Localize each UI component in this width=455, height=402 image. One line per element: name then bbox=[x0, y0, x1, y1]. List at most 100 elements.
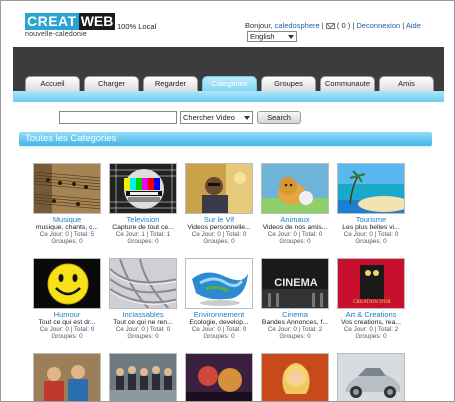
category-stats: Ce Jour: 0 | Total: 0 bbox=[191, 231, 247, 238]
category-card-environnement[interactable]: Environnement Ecologie, develop... Ce Jo… bbox=[181, 258, 257, 340]
category-thumbnail[interactable] bbox=[109, 258, 177, 309]
chevron-down-icon bbox=[288, 35, 294, 39]
category-stats: Ce Jour: 0 | Total: 0 bbox=[267, 231, 323, 238]
category-groups: Groupes: 0 bbox=[51, 333, 83, 340]
help-link[interactable]: Aide bbox=[406, 21, 421, 30]
category-thumbnail[interactable] bbox=[33, 258, 101, 309]
category-title[interactable]: Art & Creations bbox=[333, 310, 409, 319]
category-stats: Ce Jour: 1 | Total: 1 bbox=[115, 231, 171, 238]
category-card-musique[interactable]: Musique musique, chants, c... Ce Jour: 0… bbox=[29, 163, 105, 245]
category-thumbnail[interactable] bbox=[261, 353, 329, 401]
category-card-row3-5[interactable] bbox=[333, 353, 409, 401]
category-groups: Groupes: 0 bbox=[51, 238, 83, 245]
category-card-art-creations[interactable]: CREATION D'OR Art & Creations Vos creati… bbox=[333, 258, 409, 340]
category-thumbnail[interactable] bbox=[185, 258, 253, 309]
logo-subtitle: nouvelle-caledonie bbox=[25, 31, 87, 38]
category-groups: Groupes: 0 bbox=[203, 333, 235, 340]
logout-link[interactable]: Deconnexion bbox=[356, 21, 400, 30]
category-description: Tout ce qui ne ren... bbox=[113, 319, 173, 326]
search-button[interactable]: Search bbox=[257, 111, 301, 124]
category-description: Videos de nos amis... bbox=[262, 224, 328, 231]
tab-accueil[interactable]: Accueil bbox=[25, 76, 80, 91]
chevron-down-icon bbox=[244, 116, 250, 120]
category-title[interactable]: Tourisme bbox=[333, 215, 409, 224]
category-card-television[interactable]: Television Capture de tout ce... Ce Jour… bbox=[105, 163, 181, 245]
category-description: Vos creations, rea... bbox=[340, 319, 402, 326]
category-stats: Ce Jour: 0 | Total: 0 bbox=[39, 326, 95, 333]
category-groups: Groupes: 0 bbox=[355, 238, 387, 245]
category-thumbnail[interactable] bbox=[33, 353, 101, 401]
svg-text:CREATION D'OR: CREATION D'OR bbox=[353, 300, 391, 305]
category-thumbnail[interactable] bbox=[261, 163, 329, 214]
category-thumbnail[interactable]: CREATION D'OR bbox=[337, 258, 405, 309]
category-title[interactable]: Inclassables bbox=[105, 310, 181, 319]
category-description: Videos personnelle... bbox=[187, 224, 251, 231]
category-description: Tout ce qui est dr... bbox=[38, 319, 96, 326]
category-stats: Ce Jour: 0 | Total: 2 bbox=[343, 326, 399, 333]
category-card-inclassables[interactable]: Inclassables Tout ce qui ne ren... Ce Jo… bbox=[105, 258, 181, 340]
category-thumbnail[interactable] bbox=[33, 163, 101, 214]
category-card-sur-le-vif[interactable]: Sur le Vif Videos personnelle... Ce Jour… bbox=[181, 163, 257, 245]
main-nav-tabs: Accueil Charger Regarder Categories Grou… bbox=[25, 76, 438, 92]
search-type-select[interactable]: Chercher Video bbox=[180, 111, 253, 124]
language-value: English bbox=[250, 32, 275, 41]
tab-groupes[interactable]: Groupes bbox=[261, 76, 316, 91]
category-title[interactable]: Television bbox=[105, 215, 181, 224]
category-groups: Groupes: 0 bbox=[203, 238, 235, 245]
category-title[interactable]: Cinema bbox=[257, 310, 333, 319]
section-title: Toutes les Categories bbox=[25, 133, 117, 144]
search-input[interactable] bbox=[59, 111, 177, 124]
category-thumbnail[interactable] bbox=[109, 163, 177, 214]
category-thumbnail[interactable] bbox=[337, 163, 405, 214]
username-link[interactable]: caledosphere bbox=[275, 21, 320, 30]
category-title[interactable]: Sur le Vif bbox=[181, 215, 257, 224]
category-card-tourisme[interactable]: Tourisme Les plus belles vi... Ce Jour: … bbox=[333, 163, 409, 245]
messages-count: ( 0 ) bbox=[336, 21, 351, 30]
category-title[interactable]: Musique bbox=[29, 215, 105, 224]
category-description: Ecologie, develop... bbox=[189, 319, 249, 326]
category-card-humour[interactable]: Humour Tout ce qui est dr... Ce Jour: 0 … bbox=[29, 258, 105, 340]
site-logo[interactable]: CREAT WEB nouvelle-caledonie bbox=[25, 13, 116, 38]
category-card-row3-2[interactable] bbox=[105, 353, 181, 401]
category-card-animaux[interactable]: Animaux Videos de nos amis... Ce Jour: 0… bbox=[257, 163, 333, 245]
category-card-row3-3[interactable] bbox=[181, 353, 257, 401]
tab-categories[interactable]: Categories bbox=[202, 76, 257, 92]
local-label: 100% Local bbox=[117, 22, 157, 31]
category-title[interactable]: Environnement bbox=[181, 310, 257, 319]
category-groups: Groupes: 0 bbox=[355, 333, 387, 340]
category-groups: Groupes: 0 bbox=[279, 238, 311, 245]
category-thumbnail[interactable] bbox=[185, 353, 253, 401]
browser-frame: CREAT WEB nouvelle-caledonie 100% Local … bbox=[0, 0, 455, 402]
language-select[interactable]: English bbox=[247, 31, 297, 42]
logo-text-main: CREAT bbox=[25, 13, 79, 30]
tab-charger[interactable]: Charger bbox=[84, 76, 139, 91]
search-type-value: Chercher Video bbox=[183, 113, 235, 122]
category-stats: Ce Jour: 0 | Total: 2 bbox=[267, 326, 323, 333]
section-header-shadow bbox=[19, 146, 432, 149]
search-bar: Chercher Video Search bbox=[59, 111, 301, 124]
category-stats: Ce Jour: 0 | Total: 0 bbox=[343, 231, 399, 238]
category-description: musique, chants, c... bbox=[35, 224, 99, 231]
category-card-cinema[interactable]: CINEMA Cinema Bandes Annonces, f... Ce J… bbox=[257, 258, 333, 340]
category-card-row3-1[interactable] bbox=[29, 353, 105, 401]
category-groups: Groupes: 0 bbox=[279, 333, 311, 340]
greeting-text: Bonjour, bbox=[245, 21, 273, 30]
category-thumbnail[interactable] bbox=[109, 353, 177, 401]
category-thumbnail[interactable]: CINEMA bbox=[261, 258, 329, 309]
category-thumbnail[interactable] bbox=[337, 353, 405, 401]
section-header: Toutes les Categories bbox=[19, 132, 432, 146]
sub-nav-band bbox=[13, 91, 444, 102]
category-card-row3-4[interactable] bbox=[257, 353, 333, 401]
mail-icon[interactable] bbox=[325, 23, 335, 29]
tab-regarder[interactable]: Regarder bbox=[143, 76, 198, 91]
category-title[interactable]: Humour bbox=[29, 310, 105, 319]
category-stats: Ce Jour: 0 | Total: 5 bbox=[39, 231, 95, 238]
tab-communaute[interactable]: Communaute bbox=[320, 76, 375, 91]
category-description: Les plus belles vi... bbox=[342, 224, 400, 231]
category-thumbnail[interactable] bbox=[185, 163, 253, 214]
category-groups: Groupes: 0 bbox=[127, 238, 159, 245]
tab-amis[interactable]: Amis bbox=[379, 76, 434, 91]
category-stats: Ce Jour: 0 | Total: 0 bbox=[115, 326, 171, 333]
category-title[interactable]: Animaux bbox=[257, 215, 333, 224]
category-description: Capture de tout ce... bbox=[112, 224, 174, 231]
